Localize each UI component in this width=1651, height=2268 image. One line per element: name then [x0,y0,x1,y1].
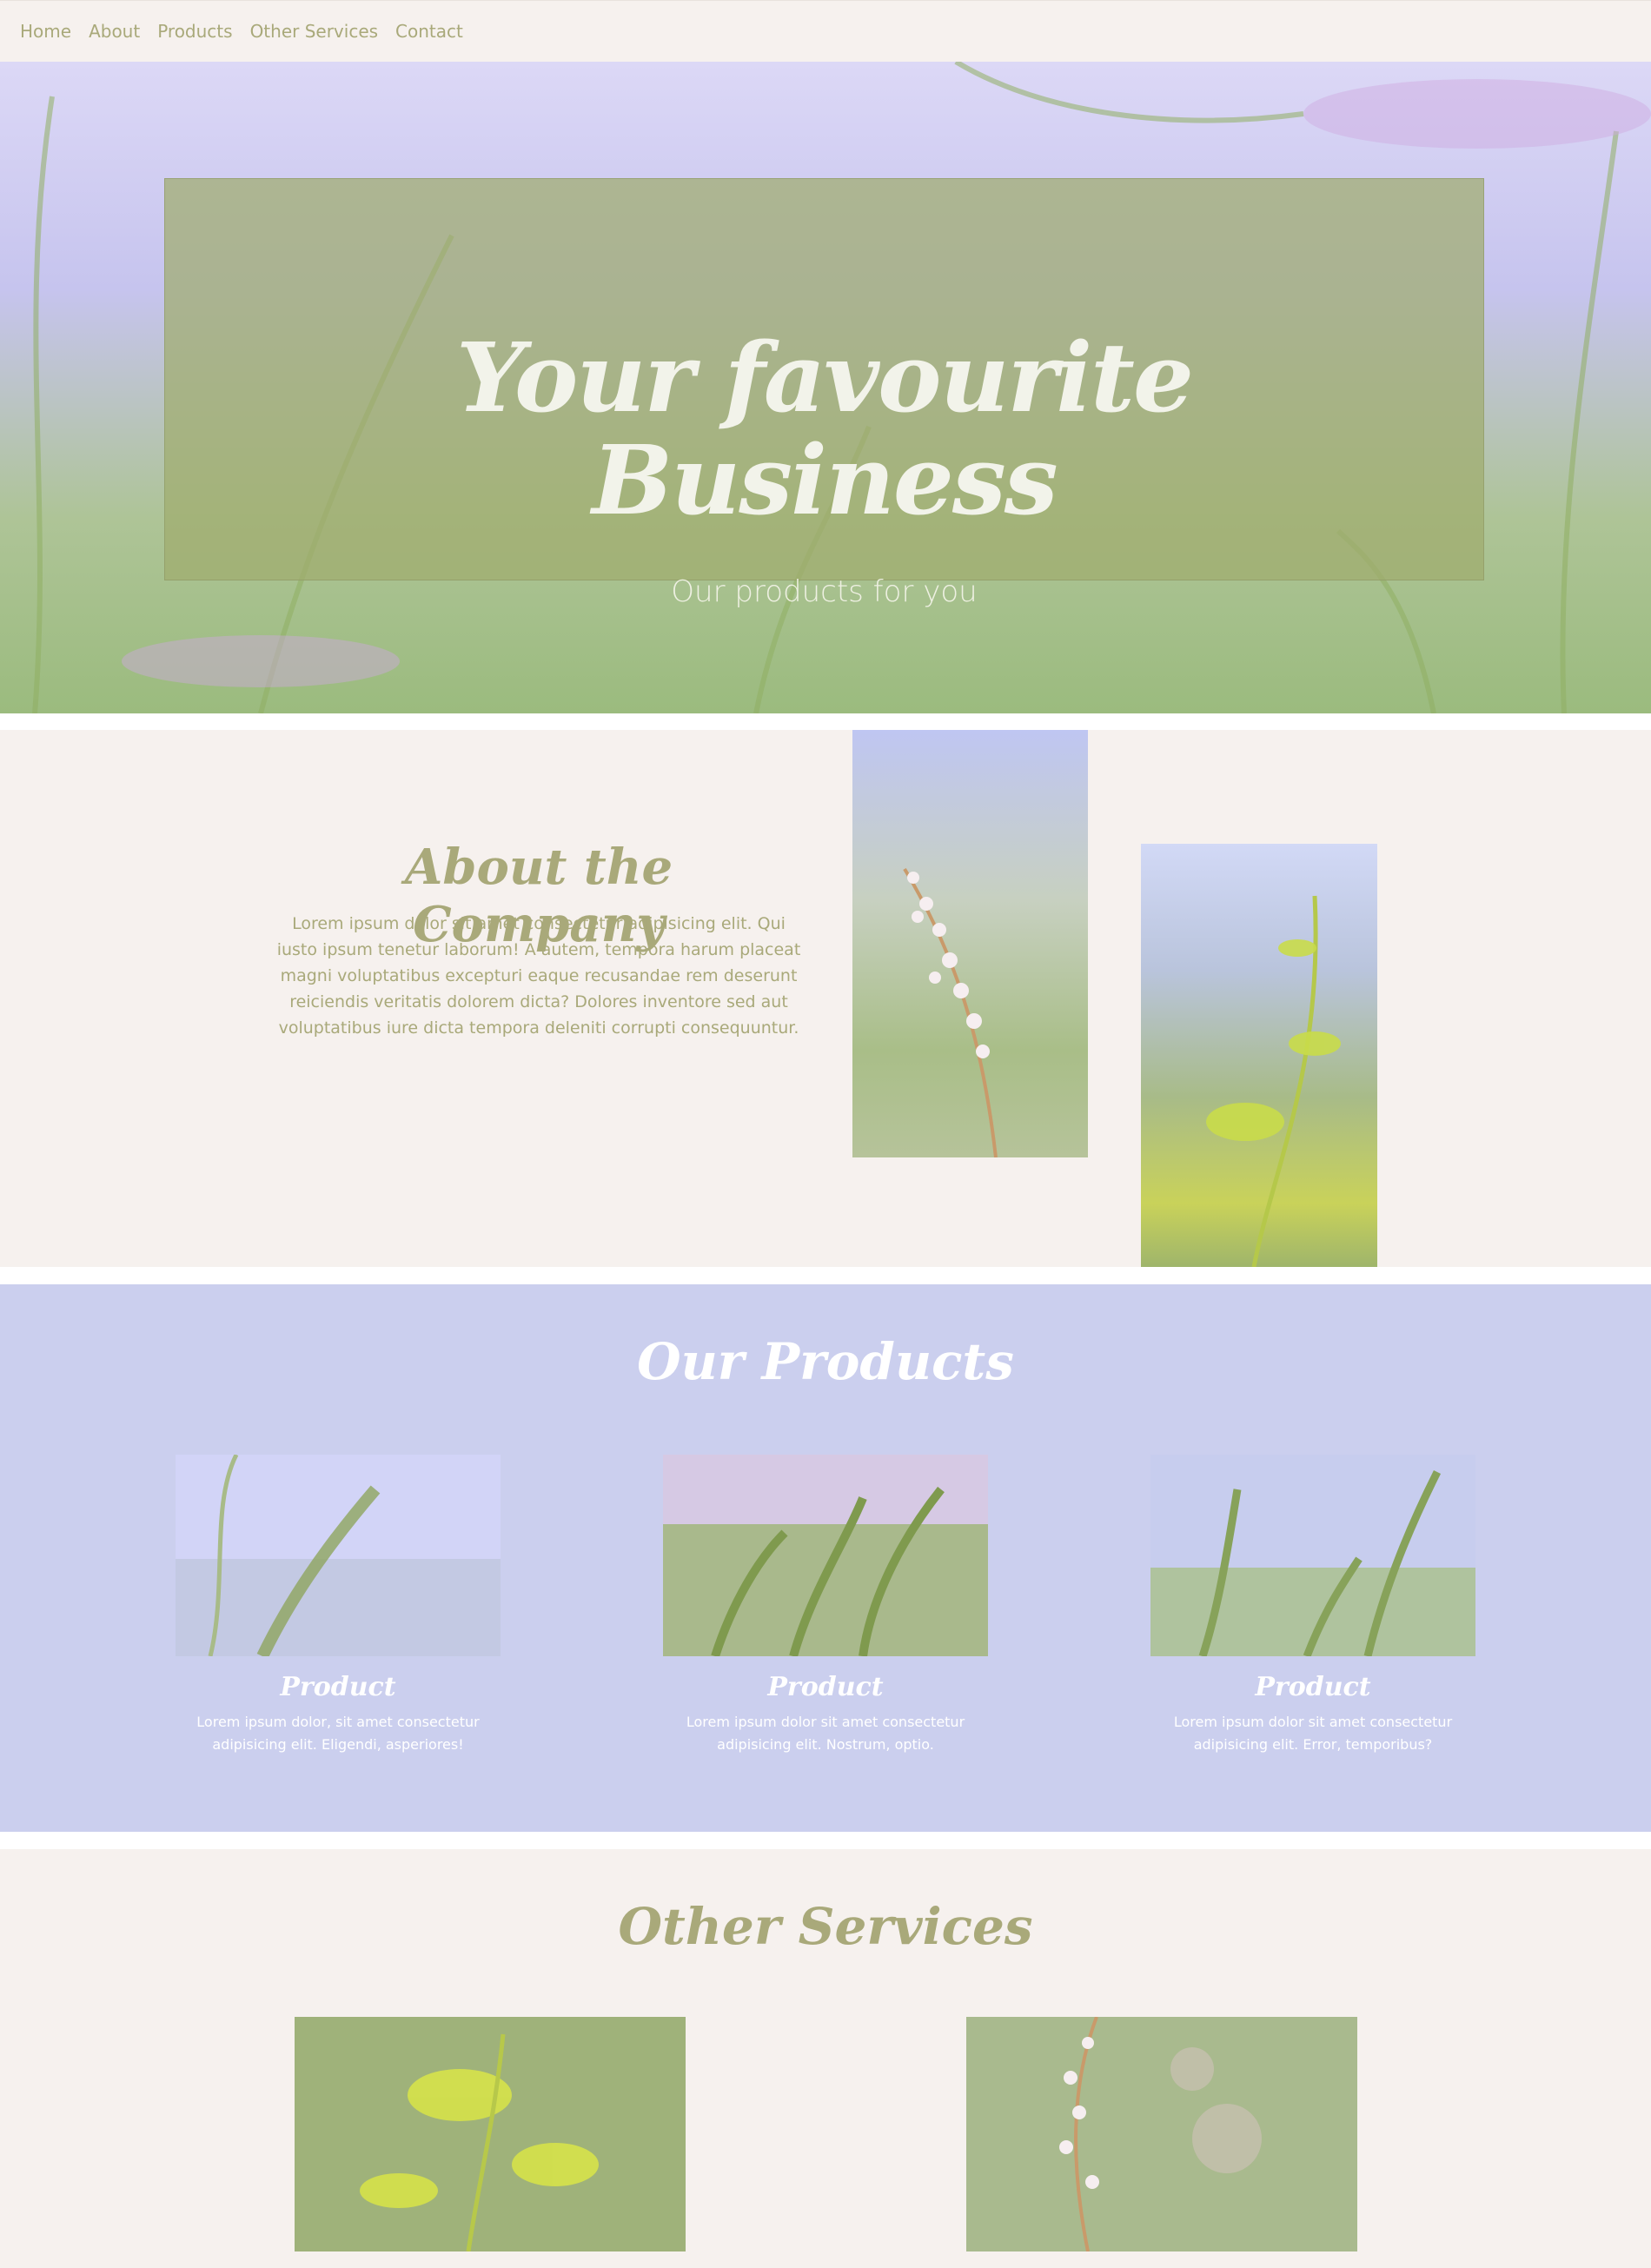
product-card[interactable]: Product Lorem ipsum dolor sit amet conse… [663,1455,988,1756]
service-image [295,2017,686,2251]
about-photo-flower [852,730,1088,1157]
product-description: Lorem ipsum dolor sit amet consectetur a… [1173,1714,1453,1753]
product-name: Product [280,1672,396,1702]
nav-link-home[interactable]: Home [20,21,71,42]
product-description: Lorem ipsum dolor, sit amet consectetur … [196,1714,480,1753]
product-card[interactable]: Product Lorem ipsum dolor sit amet conse… [1150,1455,1475,1756]
hero-title: Your favourite Business [165,327,1483,532]
product-name: Product [767,1672,884,1702]
services-section: Other Services [0,1849,1651,2268]
top-navbar: Home About Products Other Services Conta… [0,0,1651,62]
product-image [1150,1455,1475,1656]
about-section: About the Company Lorem ipsum dolor sit … [0,730,1651,1267]
hero-title-line2: Business [592,424,1058,536]
hero-section: Your favourite Business Our products for… [0,62,1651,713]
nav-link-about[interactable]: About [89,21,140,42]
services-title: Other Services [618,1897,1033,1956]
product-image [663,1455,988,1656]
product-image [176,1455,501,1656]
hero-subtitle: Our products for you [671,574,978,609]
about-text: Lorem ipsum dolor sit amet consectetur a… [276,914,801,1038]
products-section: Our Products Product Lorem ipsum dolor, … [0,1284,1651,1832]
products-title: Our Products [637,1332,1014,1391]
nav-link-other-services[interactable]: Other Services [250,21,378,42]
about-photo-plant [1141,844,1377,1267]
hero-title-line1: Your favourite [456,322,1194,434]
nav-link-contact[interactable]: Contact [395,21,463,42]
nav-link-products[interactable]: Products [157,21,232,42]
product-description: Lorem ipsum dolor sit amet consectetur a… [686,1714,965,1753]
service-image [966,2017,1357,2251]
product-card[interactable]: Product Lorem ipsum dolor, sit amet cons… [176,1455,501,1756]
product-name: Product [1255,1672,1371,1702]
hero-overlay-box: Your favourite Business Our products for… [164,178,1484,609]
